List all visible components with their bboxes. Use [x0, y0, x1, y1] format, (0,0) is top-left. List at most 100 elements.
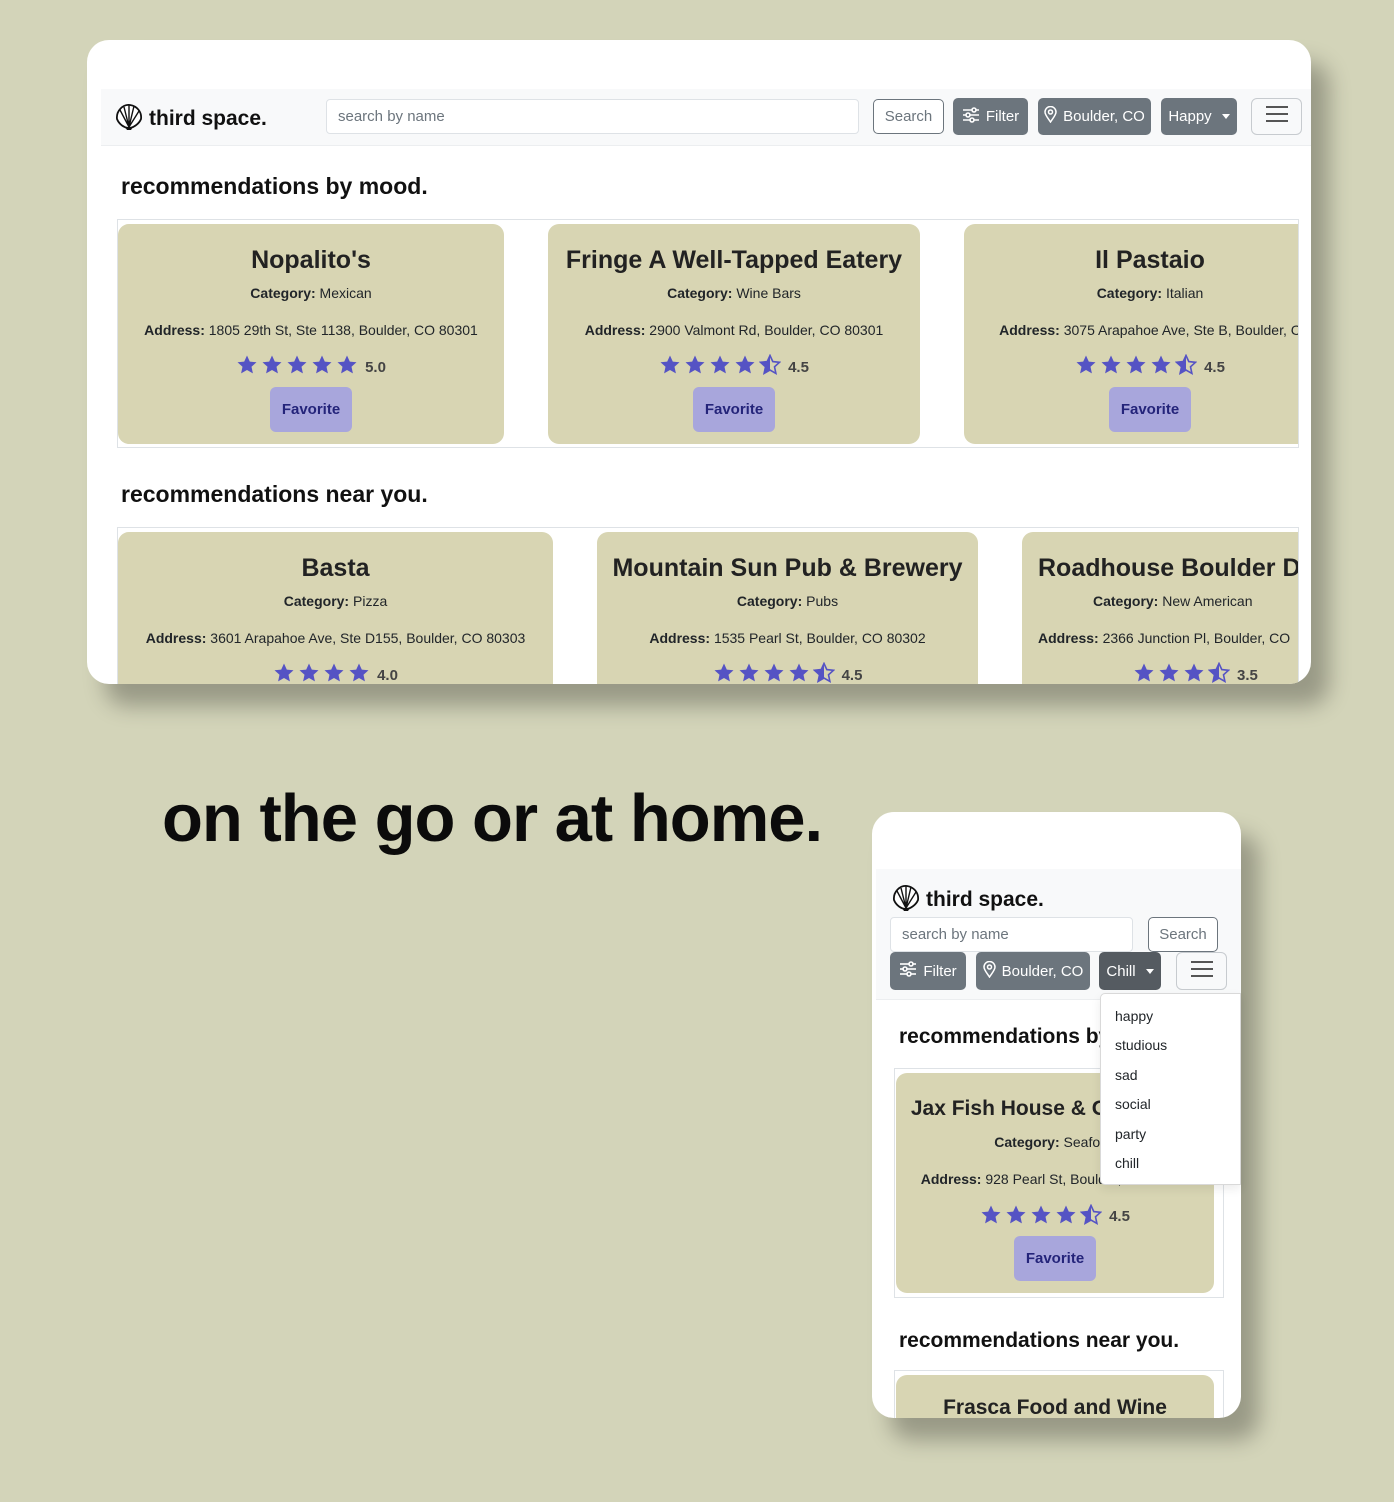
star-rating: 4.0	[118, 662, 553, 684]
star-rating: 4.5	[964, 353, 1298, 380]
search-input[interactable]: search by name	[326, 99, 859, 134]
star-rating: 4.5	[597, 661, 978, 684]
filter-label: Filter	[985, 108, 1020, 125]
star-icon	[286, 354, 308, 380]
sliders-icon	[962, 106, 980, 127]
near-section-title: recommendations near you.	[121, 481, 428, 507]
half-star-icon	[812, 661, 835, 684]
star-icon	[1125, 354, 1147, 380]
category-label: Category:	[283, 593, 350, 609]
mood-label: Happy	[1168, 108, 1212, 125]
navbar-toggler[interactable]	[1251, 98, 1302, 135]
brand-name: third space.	[926, 888, 1044, 911]
filter-button[interactable]: Filter	[890, 952, 966, 990]
dropdown-item-happy[interactable]: happy	[1101, 1004, 1240, 1033]
category-label: Category:	[667, 285, 733, 301]
address-label: Address:	[999, 322, 1060, 338]
brand[interactable]: third space.	[891, 883, 1044, 917]
star-rating: 4.5	[548, 353, 920, 380]
star-icon	[261, 354, 283, 380]
card-category: Category: Wine Bars	[548, 284, 920, 302]
shell-icon	[891, 883, 926, 917]
search-input[interactable]: search by name	[890, 917, 1133, 952]
card-title: Mountain Sun Pub & Brewery	[612, 554, 963, 582]
favorite-button[interactable]: Favorite	[269, 387, 353, 432]
mood-dropdown-button[interactable]: Chill	[1099, 952, 1161, 990]
navbar: third space. search by name Search Filte…	[876, 869, 1241, 1000]
star-icon	[734, 354, 756, 380]
card-category: Category: New American	[1038, 592, 1298, 610]
rating-value: 4.5	[841, 666, 863, 684]
category-value: Mexican	[319, 285, 372, 301]
address-label: Address:	[145, 630, 207, 646]
search-button[interactable]: Search	[873, 99, 944, 134]
favorite-button[interactable]: Favorite	[692, 387, 776, 432]
caret-down-icon	[1145, 968, 1154, 974]
place-card: Basta Category: Pizza Address: 3601 Arapah…	[118, 532, 553, 684]
mood-dropdown-button[interactable]: Happy	[1161, 98, 1237, 135]
location-pin-icon	[1044, 105, 1057, 127]
favorite-button[interactable]: Favorite	[1108, 387, 1192, 432]
category-value: New American	[1162, 593, 1253, 609]
card-category: Category: Mexican	[118, 284, 504, 302]
star-icon	[1150, 354, 1172, 380]
mood-label: Chill	[1106, 962, 1136, 980]
dropdown-item-studious[interactable]: studious	[1101, 1033, 1240, 1062]
star-icon	[1055, 1204, 1077, 1228]
address-label: Address:	[1038, 630, 1099, 646]
place-card: Il Pastaio Category: Italian Address: 3075…	[964, 224, 1298, 444]
address-value: 2900 Valmont Rd, Boulder, CO 80301	[649, 322, 884, 338]
address-value: 1805 29th St, Ste 1138, Boulder, CO 8030…	[208, 322, 478, 338]
star-rating: 4.5	[896, 1203, 1214, 1228]
category-value: Pubs	[806, 593, 839, 609]
dropdown-item-chill[interactable]: chill	[1101, 1151, 1240, 1180]
star-icon	[738, 662, 760, 684]
near-card-row[interactable]: Frasca Food and Wine	[894, 1370, 1224, 1418]
card-title: Fringe A Well-Tapped Eatery	[565, 246, 903, 274]
rating-value: 4.5	[1109, 1207, 1130, 1225]
rating-value: 4.0	[377, 666, 398, 684]
location-button[interactable]: Boulder, CO	[976, 952, 1090, 990]
dropdown-item-social[interactable]: social	[1101, 1092, 1240, 1121]
rating-value: 5.0	[365, 358, 386, 376]
star-icon	[336, 354, 358, 380]
dropdown-item-party[interactable]: party	[1101, 1122, 1240, 1151]
place-card: Frasca Food and Wine	[896, 1375, 1214, 1418]
star-icon	[1030, 1204, 1052, 1228]
dropdown-item-sad[interactable]: sad	[1101, 1063, 1240, 1092]
address-value: 3601 Arapahoe Ave, Ste D155, Boulder, CO…	[210, 630, 526, 646]
location-label: Boulder, CO	[1001, 962, 1084, 980]
card-title: Nopalito's	[251, 246, 371, 274]
card-address: Address: 3075 Arapahoe Ave, Ste B, Bould…	[964, 321, 1298, 339]
category-label: Category:	[1096, 285, 1163, 301]
star-icon	[709, 354, 731, 380]
card-title: Frasca Food and Wine	[943, 1396, 1167, 1418]
location-button[interactable]: Boulder, CO	[1038, 98, 1151, 135]
near-card-row[interactable]: Basta Category: Pizza Address: 3601 Arapah…	[117, 527, 1299, 684]
address-label: Address:	[584, 322, 646, 338]
mood-card-row[interactable]: Nopalito's Category: Mexican Address: 1805…	[117, 219, 1299, 448]
rating-value: 4.5	[788, 358, 809, 376]
search-button[interactable]: Search	[1148, 917, 1218, 952]
address-value: 2366 Junction Pl, Boulder, CO	[1102, 630, 1291, 646]
card-address: Address: 2366 Junction Pl, Boulder, CO	[1038, 629, 1298, 647]
card-category: Category: Italian	[964, 284, 1298, 302]
navbar-toggler[interactable]	[1176, 952, 1227, 990]
rating-value: 3.5	[1237, 666, 1258, 684]
brand[interactable]: third space.	[114, 102, 267, 136]
star-icon	[348, 662, 370, 684]
filter-label: Filter	[923, 962, 957, 980]
navbar: third space. search by name Search Filte…	[101, 89, 1311, 146]
half-star-icon	[1079, 1203, 1103, 1228]
category-label: Category:	[994, 1134, 1060, 1150]
filter-button[interactable]: Filter	[953, 98, 1028, 135]
star-icon	[273, 662, 295, 684]
rating-value: 4.5	[1204, 358, 1225, 376]
star-icon	[788, 662, 810, 684]
shell-icon	[114, 102, 149, 136]
star-icon	[713, 662, 735, 684]
card-address: Address: 1805 29th St, Ste 1138, Boulder…	[118, 321, 504, 339]
favorite-button[interactable]: Favorite	[1013, 1236, 1097, 1281]
category-label: Category:	[736, 593, 803, 609]
tagline: on the go or at home.	[162, 781, 823, 856]
